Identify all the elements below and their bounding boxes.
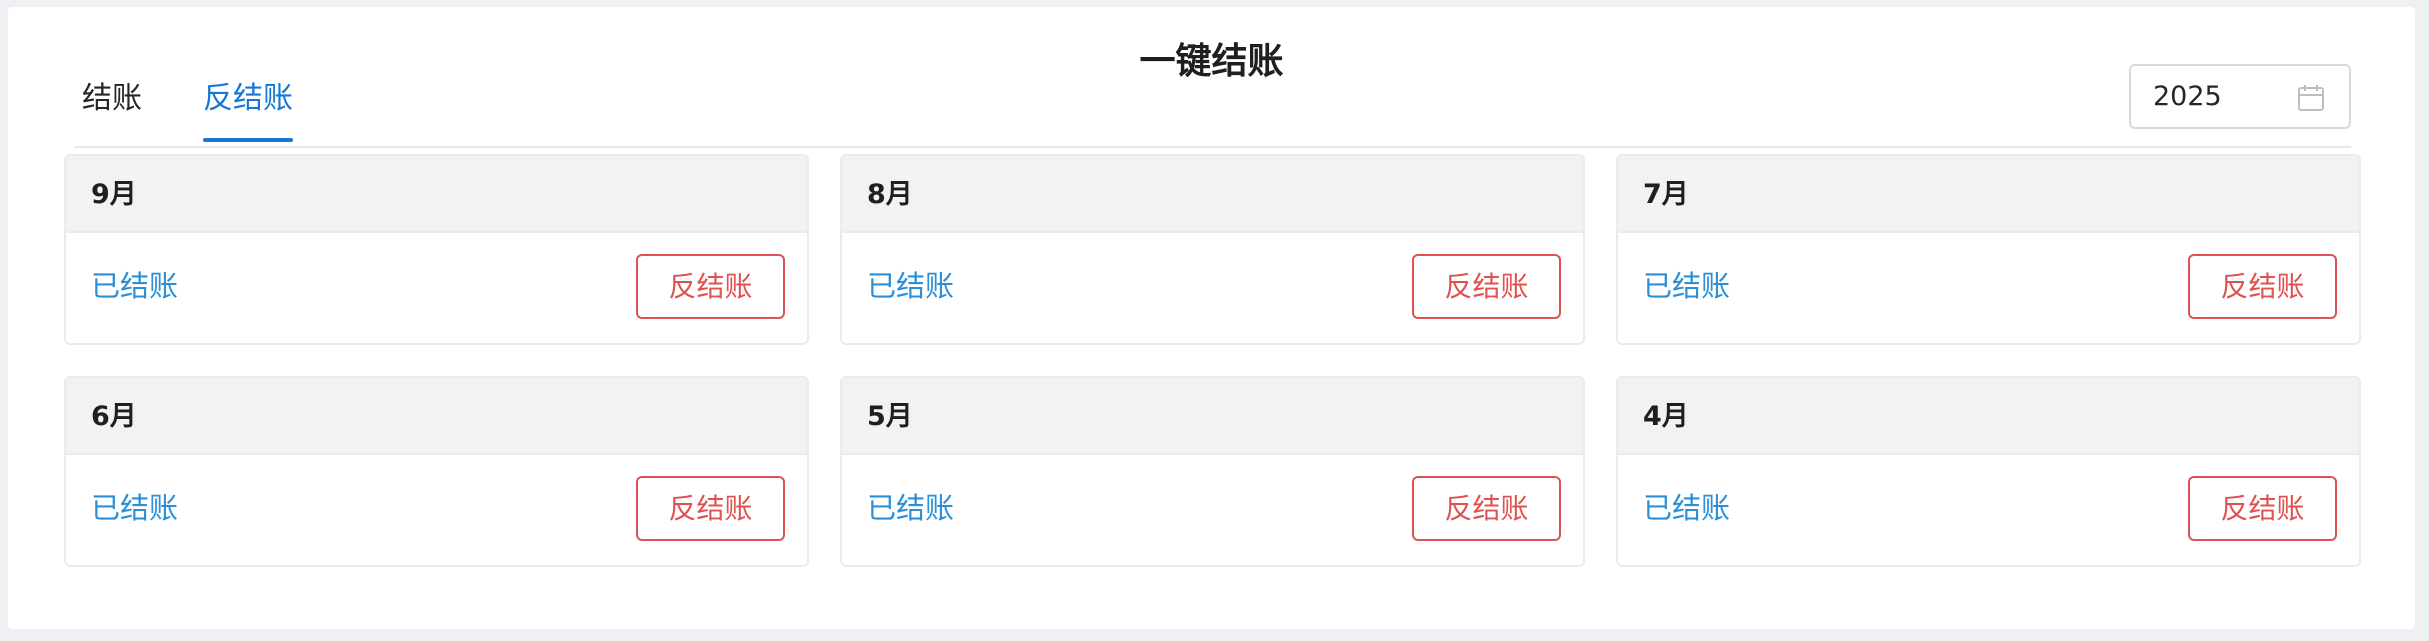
month-card: 6月 已结账 反结账 xyxy=(64,376,809,567)
month-label: 9月 xyxy=(91,179,137,210)
month-card-header: 8月 xyxy=(842,156,1583,233)
status-text: 已结账 xyxy=(867,269,955,303)
status-text: 已结账 xyxy=(867,491,955,525)
tab-label: 反结账 xyxy=(203,81,293,116)
reverse-close-button[interactable]: 反结账 xyxy=(636,476,785,541)
reverse-close-button[interactable]: 反结账 xyxy=(1412,476,1561,541)
month-card: 8月 已结账 反结账 xyxy=(840,154,1585,345)
month-card-header: 9月 xyxy=(66,156,807,233)
status-text: 已结账 xyxy=(91,491,179,525)
calendar-icon xyxy=(2298,85,2324,111)
month-label: 8月 xyxy=(867,179,913,210)
reverse-close-button[interactable]: 反结账 xyxy=(2188,254,2337,319)
month-card-header: 7月 xyxy=(1618,156,2359,233)
tab-bar: 结账 反结账 xyxy=(74,73,2351,148)
month-card: 4月 已结账 反结账 xyxy=(1616,376,2361,567)
month-card: 7月 已结账 反结账 xyxy=(1616,154,2361,345)
status-text: 已结账 xyxy=(1643,491,1731,525)
tab-reverse-close[interactable]: 反结账 xyxy=(203,77,293,142)
reverse-close-button[interactable]: 反结账 xyxy=(636,254,785,319)
month-label: 6月 xyxy=(91,401,137,432)
month-card-body: 已结账 反结账 xyxy=(1618,233,2359,343)
month-card-header: 5月 xyxy=(842,378,1583,455)
status-text: 已结账 xyxy=(1643,269,1731,303)
month-card: 5月 已结账 反结账 xyxy=(840,376,1585,567)
reverse-close-button[interactable]: 反结账 xyxy=(2188,476,2337,541)
month-card-header: 6月 xyxy=(66,378,807,455)
active-tab-indicator xyxy=(203,138,293,142)
tab-label: 结账 xyxy=(82,81,142,116)
month-card-body: 已结账 反结账 xyxy=(842,233,1583,343)
month-label: 5月 xyxy=(867,401,913,432)
month-card-body: 已结账 反结账 xyxy=(66,233,807,343)
status-text: 已结账 xyxy=(91,269,179,303)
tab-close-accounts[interactable]: 结账 xyxy=(82,77,142,141)
year-picker[interactable]: 2025 xyxy=(2129,64,2351,129)
month-card-header: 4月 xyxy=(1618,378,2359,455)
month-card-body: 已结账 反结账 xyxy=(66,455,807,565)
year-value: 2025 xyxy=(2153,81,2222,112)
month-label: 4月 xyxy=(1643,401,1689,432)
month-card-body: 已结账 反结账 xyxy=(842,455,1583,565)
month-card-body: 已结账 反结账 xyxy=(1618,455,2359,565)
reverse-close-button[interactable]: 反结账 xyxy=(1412,254,1561,319)
month-card: 9月 已结账 反结账 xyxy=(64,154,809,345)
month-label: 7月 xyxy=(1643,179,1689,210)
